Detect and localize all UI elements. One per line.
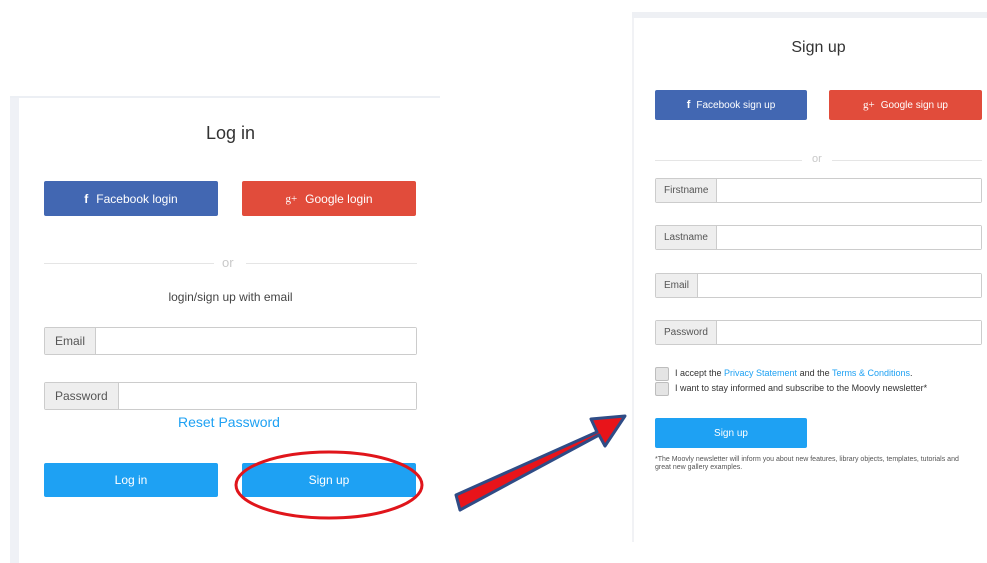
arrow-icon <box>454 414 627 512</box>
highlight-circle <box>234 450 424 520</box>
annotation-overlay <box>234 414 627 520</box>
